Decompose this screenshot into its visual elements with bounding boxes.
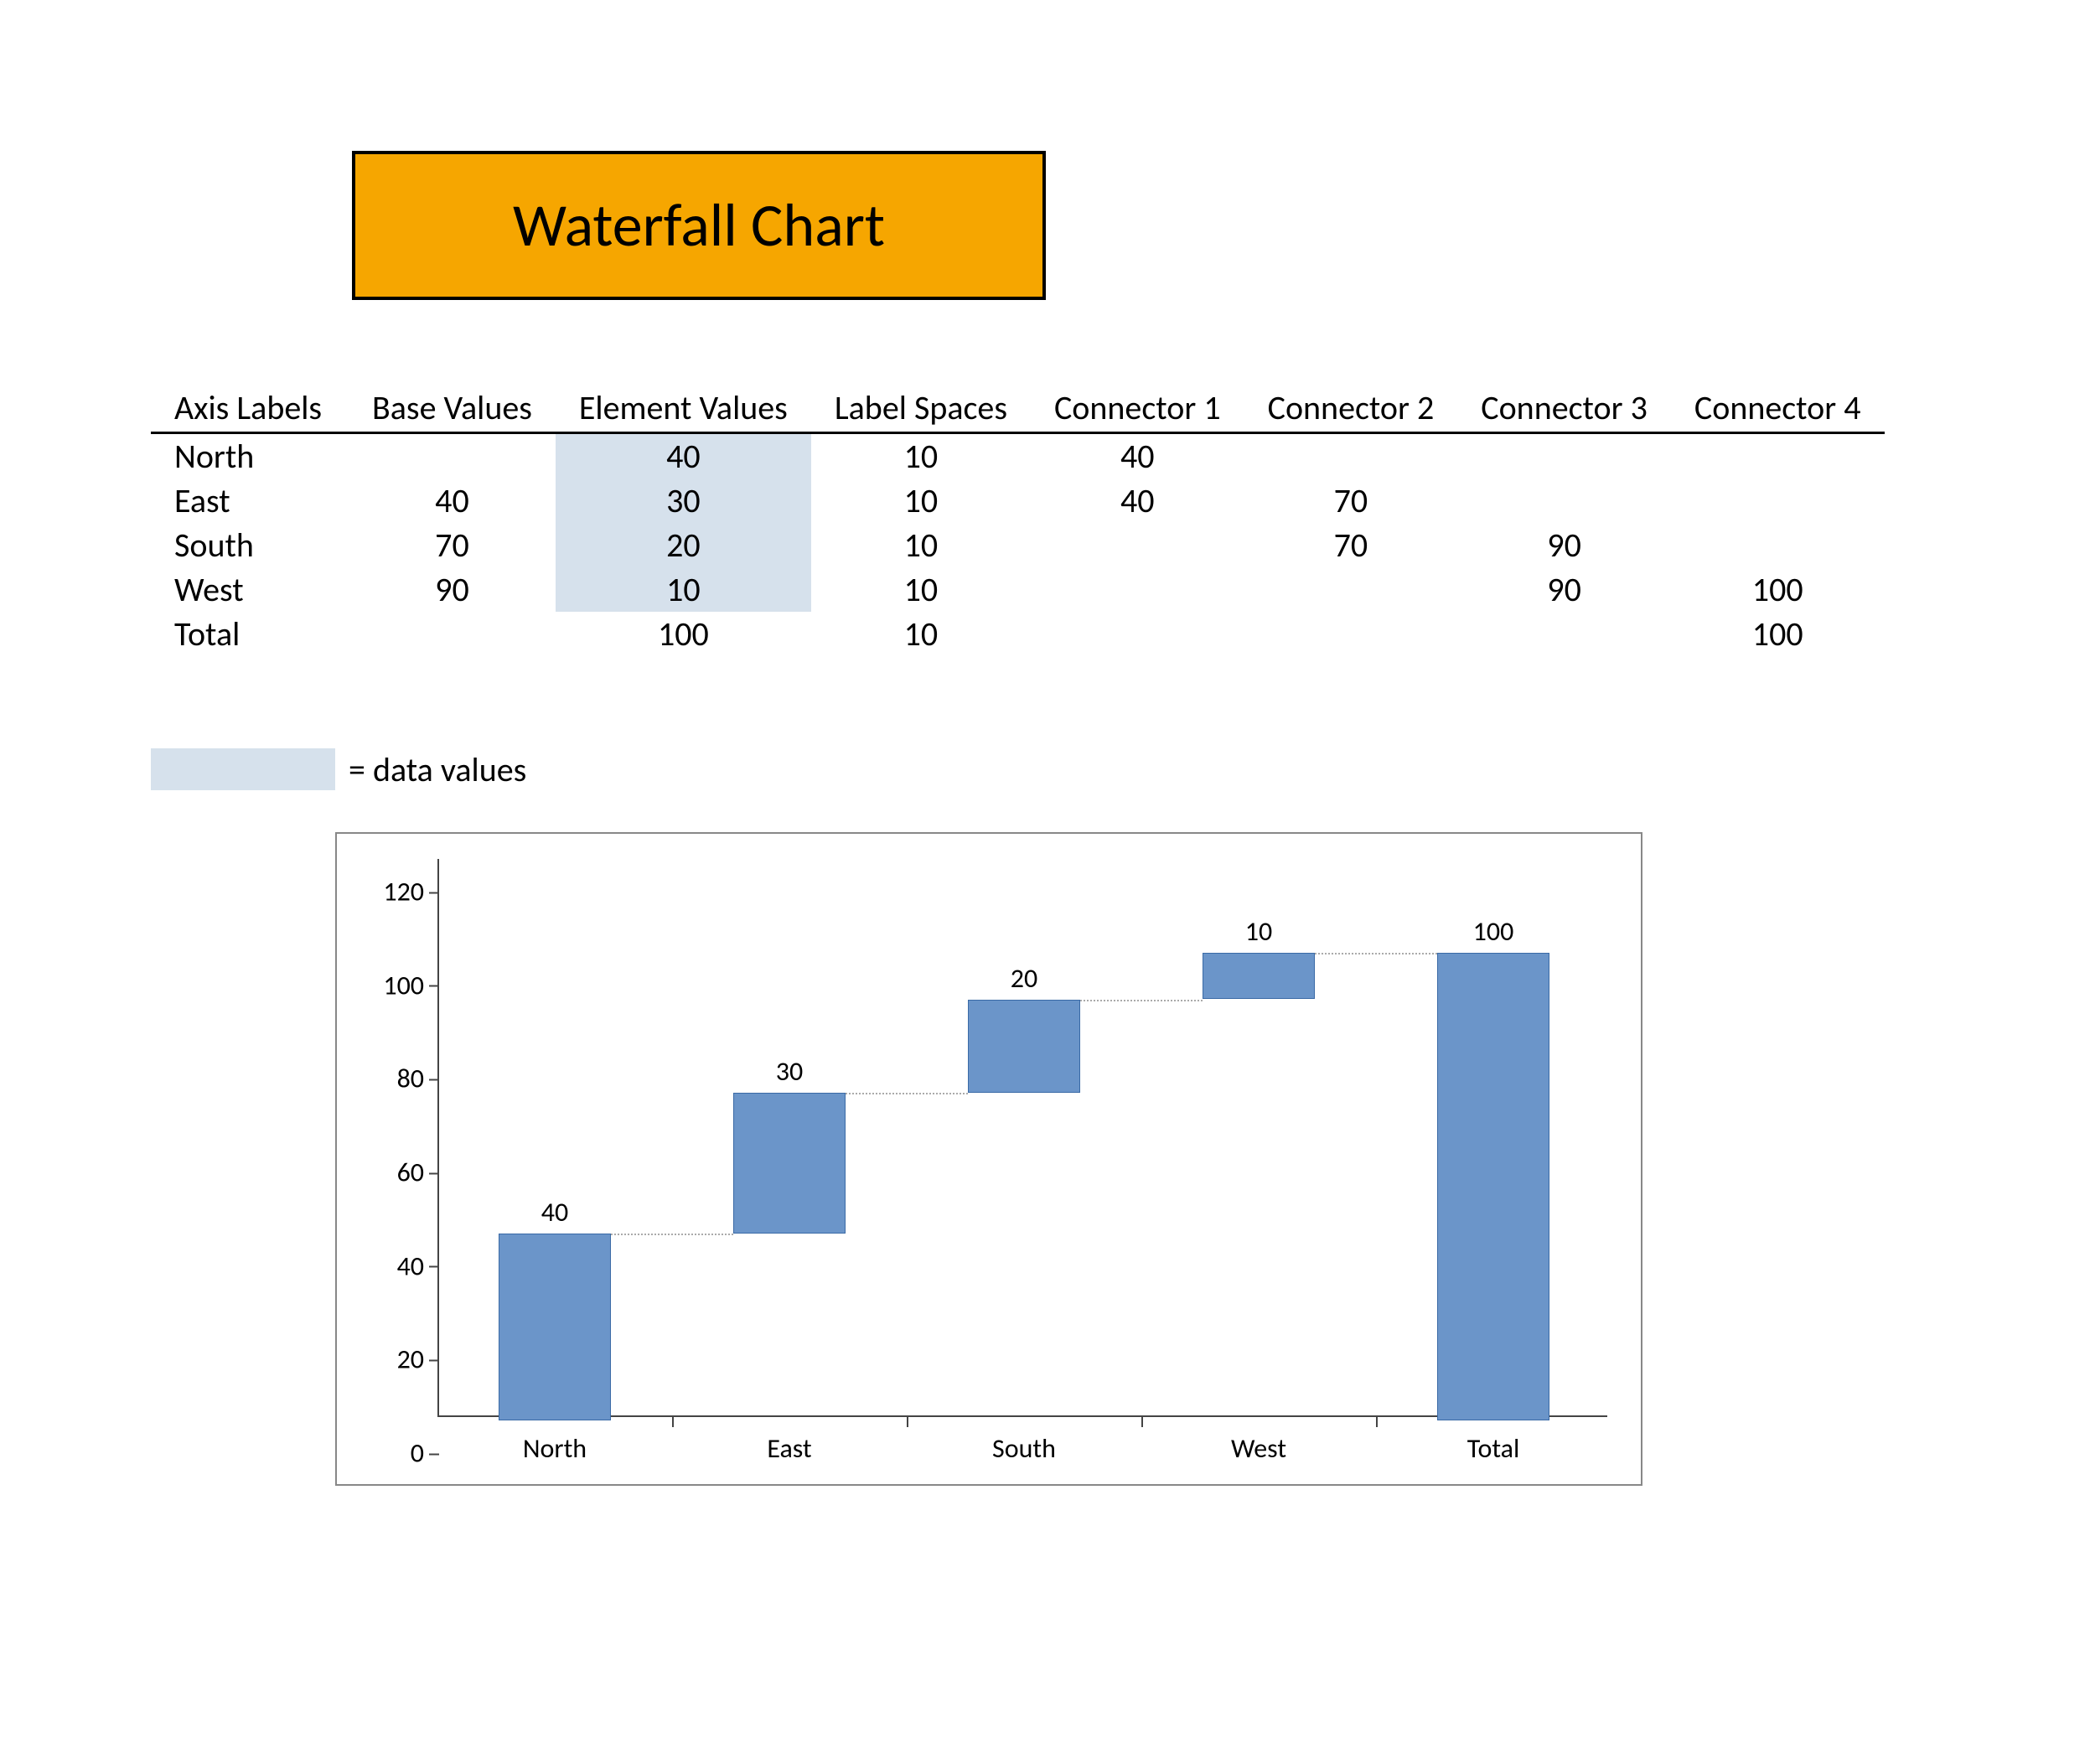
y-tick-label: 120: [383, 876, 437, 908]
table-header: Element Values: [556, 384, 811, 433]
x-category-label: Total: [1467, 1417, 1520, 1465]
chart-title-box: Waterfall Chart: [352, 151, 1046, 300]
table-cell: 40: [1031, 479, 1244, 523]
bar: [1437, 953, 1549, 1420]
bar-value-label: 40: [541, 1196, 568, 1234]
x-category-label: West: [1231, 1417, 1286, 1465]
connector-line: [846, 1093, 968, 1094]
table-cell: 100: [1671, 612, 1885, 656]
y-tick-label: 60: [397, 1156, 437, 1189]
table-cell: [1244, 612, 1458, 656]
table-header: Connector 4: [1671, 384, 1885, 433]
bar-value-label: 30: [776, 1055, 803, 1093]
connector-line: [1080, 1000, 1203, 1001]
table-header: Connector 2: [1244, 384, 1458, 433]
table-row: North 401040: [151, 433, 1885, 479]
x-tick: [1376, 1417, 1378, 1427]
table-cell: 70: [349, 523, 556, 567]
legend-text: = data values: [349, 749, 526, 790]
bar: [1203, 953, 1315, 1000]
table-row: East4030104070: [151, 479, 1885, 523]
x-tick: [1141, 1417, 1143, 1427]
x-tick: [907, 1417, 908, 1427]
table-cell: 100: [556, 612, 811, 656]
table-cell: 20: [556, 523, 811, 567]
table-row: West90101090100: [151, 567, 1885, 612]
table-cell: 10: [556, 567, 811, 612]
y-tick-label: 80: [397, 1063, 437, 1095]
table-cell: [1457, 612, 1671, 656]
table-cell: Total: [151, 612, 349, 656]
x-category-label: East: [767, 1417, 811, 1465]
legend: = data values: [151, 748, 1944, 790]
table-cell: 10: [811, 479, 1031, 523]
table-cell: 100: [1671, 567, 1885, 612]
y-tick-label: 100: [383, 969, 437, 1001]
bar: [733, 1093, 846, 1234]
table-cell: 90: [1457, 567, 1671, 612]
table-cell: North: [151, 433, 349, 479]
table-header: Label Spaces: [811, 384, 1031, 433]
table-cell: [1671, 479, 1885, 523]
table-cell: [1244, 433, 1458, 479]
table-cell: [349, 612, 556, 656]
table-cell: [1244, 567, 1458, 612]
bar: [968, 1000, 1080, 1094]
table-cell: 40: [349, 479, 556, 523]
bar-value-label: 10: [1245, 915, 1272, 953]
table-cell: 30: [556, 479, 811, 523]
y-axis: [437, 859, 439, 1417]
table-header: Axis Labels: [151, 384, 349, 433]
table-cell: West: [151, 567, 349, 612]
table-cell: 40: [556, 433, 811, 479]
table-cell: 10: [811, 612, 1031, 656]
waterfall-chart: 0 20 40 60 80 100 120 40 North 30 East 20 South 10 Wes…: [335, 832, 1642, 1486]
legend-swatch: [151, 748, 335, 790]
table-cell: [349, 433, 556, 479]
x-tick: [672, 1417, 674, 1427]
table-header: Connector 1: [1031, 384, 1244, 433]
table-cell: 40: [1031, 433, 1244, 479]
table-cell: [1031, 612, 1244, 656]
plot-area: 02040608010012040North30East20South10Wes…: [437, 859, 1607, 1417]
table-cell: East: [151, 479, 349, 523]
table-cell: [1031, 567, 1244, 612]
x-category-label: North: [523, 1417, 587, 1465]
table-cell: 90: [1457, 523, 1671, 567]
table-cell: 10: [811, 567, 1031, 612]
table-row: South7020107090: [151, 523, 1885, 567]
connector-line: [611, 1234, 733, 1235]
bar-value-label: 100: [1473, 915, 1514, 953]
bar-value-label: 20: [1011, 962, 1037, 1000]
table-cell: 90: [349, 567, 556, 612]
y-tick-label: 0: [411, 1437, 437, 1470]
y-tick-label: 40: [397, 1249, 437, 1282]
table-cell: [1671, 523, 1885, 567]
table-cell: 10: [811, 433, 1031, 479]
data-table: Axis LabelsBase ValuesElement ValuesLabe…: [151, 384, 1885, 656]
table-cell: [1671, 433, 1885, 479]
table-cell: 70: [1244, 479, 1458, 523]
table-cell: [1031, 523, 1244, 567]
connector-line: [1315, 953, 1437, 954]
table-cell: [1457, 479, 1671, 523]
table-cell: 70: [1244, 523, 1458, 567]
chart-title: Waterfall Chart: [513, 189, 885, 262]
table-header: Connector 3: [1457, 384, 1671, 433]
table-header: Base Values: [349, 384, 556, 433]
table-row: Total10010100: [151, 612, 1885, 656]
x-category-label: South: [992, 1417, 1056, 1465]
y-tick-label: 20: [397, 1343, 437, 1376]
bar: [499, 1234, 611, 1420]
table-cell: South: [151, 523, 349, 567]
table-cell: 10: [811, 523, 1031, 567]
table-cell: [1457, 433, 1671, 479]
